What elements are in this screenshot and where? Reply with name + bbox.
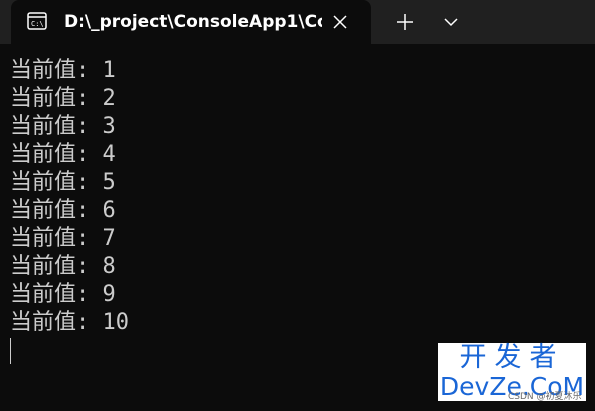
watermark-logo-line1: 开发者 xyxy=(459,342,565,373)
output-line: 当前值: 1 xyxy=(10,58,116,83)
output-line: 当前值: 6 xyxy=(10,198,116,223)
text-cursor xyxy=(10,338,11,364)
console-icon: C:\ xyxy=(27,12,47,30)
output-line: 当前值: 9 xyxy=(10,282,116,307)
output-line: 当前值: 10 xyxy=(10,310,129,335)
output-line: 当前值: 7 xyxy=(10,226,116,251)
output-line: 当前值: 2 xyxy=(10,86,116,111)
terminal-tab[interactable]: C:\ D:\_project\ConsoleApp1\Con xyxy=(11,0,371,44)
output-line: 当前值: 5 xyxy=(10,170,116,195)
output-line: 当前值: 3 xyxy=(10,114,116,139)
tab-title: D:\_project\ConsoleApp1\Con xyxy=(64,12,322,32)
svg-text:C:\: C:\ xyxy=(31,20,44,28)
output-line: 当前值: 8 xyxy=(10,254,116,279)
chevron-down-icon[interactable] xyxy=(440,10,462,34)
output-line: 当前值: 4 xyxy=(10,142,116,167)
plus-icon[interactable] xyxy=(392,10,418,34)
close-icon[interactable] xyxy=(330,12,350,32)
title-bar: C:\ D:\_project\ConsoleApp1\Con xyxy=(0,0,595,44)
watermark-text: CSDN @初夏沐乐 xyxy=(508,392,582,402)
output-lines: 当前值: 1 当前值: 2 当前值: 3 当前值: 4 当前值: 5 当前值: … xyxy=(10,57,129,337)
